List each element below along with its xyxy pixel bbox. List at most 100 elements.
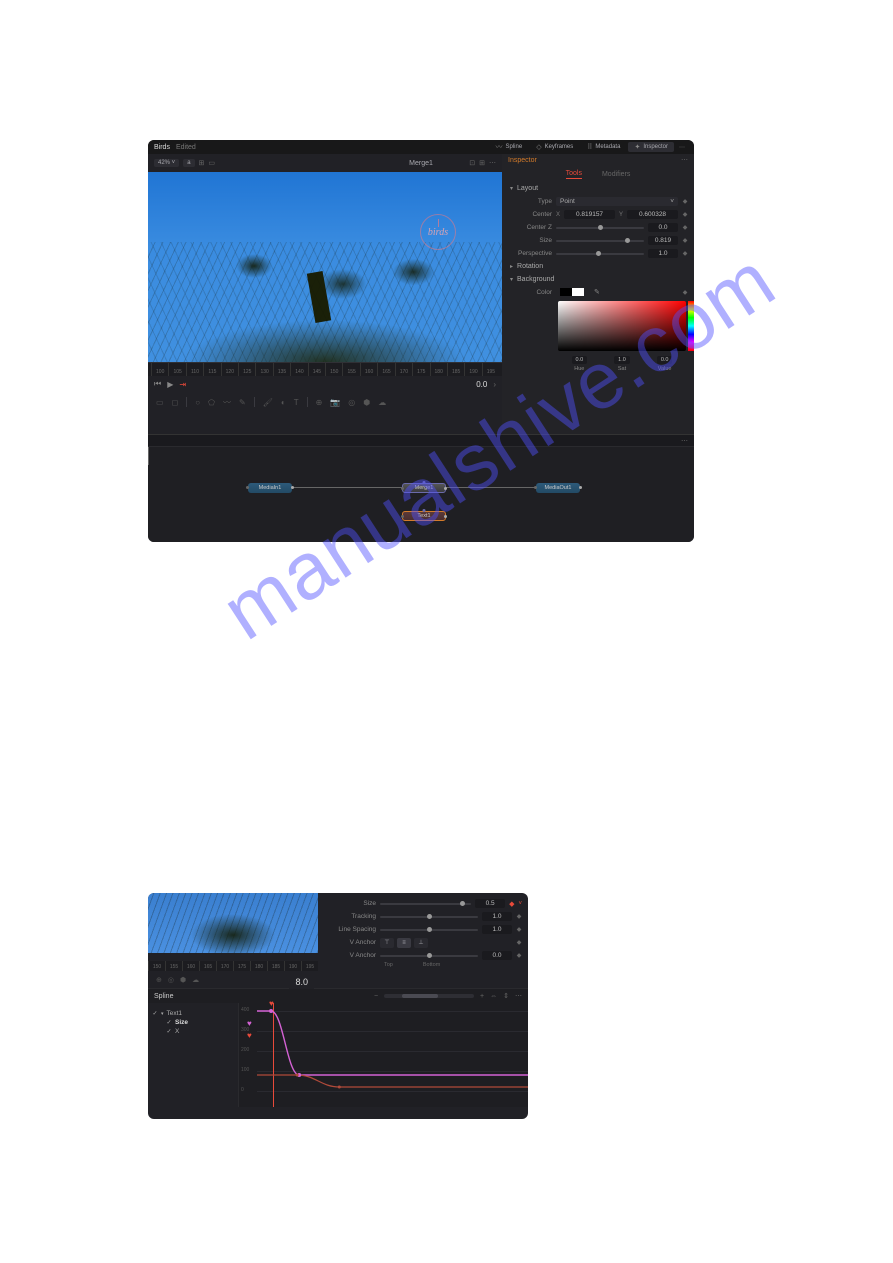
tab-tools[interactable]: Tools [566,170,582,179]
bottom-ruler[interactable]: 150 155 160 165 170 175 180 185 190 195 [148,961,318,971]
centerz-input[interactable]: 0.0 [648,223,678,232]
tool-bspline-icon[interactable]: 〰 [223,397,231,408]
keyframe-diamond-icon[interactable]: ◆ [516,926,522,933]
zoom-scrubber[interactable] [384,994,474,998]
tab-metadata[interactable]: ⠿Metadata [581,142,626,152]
zoom-dropdown[interactable]: 42% ˅ [154,159,179,167]
size-slider[interactable] [556,240,644,242]
keyframe-diamond-icon[interactable]: ◆ [516,913,522,920]
hanchor-slider[interactable] [380,955,478,957]
bottom-timecode[interactable]: 8.0 [289,975,314,989]
keyframe-diamond-icon[interactable]: ◆ [682,237,688,244]
preview-viewport[interactable]: birds [148,172,502,362]
keyframe-diamond-icon[interactable]: ◆ [516,939,522,946]
menu-dots-icon[interactable]: ⋯ [676,144,688,151]
tool-polygon-icon[interactable]: ⬠ [208,398,215,407]
nodegraph-dots-icon[interactable]: ⋯ [675,435,694,447]
skip-start-icon[interactable]: ⏮ [154,379,161,389]
spline-chart[interactable]: 400 300 200 100 0 ♥ ♥ ♥ [238,1003,528,1107]
node-mediain[interactable]: MediaIn1 [248,483,292,493]
section-layout[interactable]: ▾ Layout [502,182,694,195]
timecode-display[interactable]: 0.0 [476,380,487,389]
perspective-input[interactable]: 1.0 [648,249,678,258]
centerz-slider[interactable] [556,227,644,229]
hue-strip[interactable] [688,301,694,351]
color-swatches[interactable] [560,288,584,296]
play-icon[interactable]: ▶ [167,380,173,389]
keyframe-menu-icon[interactable]: ˅ [518,901,522,907]
viewer-opt-icon[interactable]: ⊞ [199,159,205,167]
tab-inspector[interactable]: ✦Inspector [628,142,674,152]
tool-mask-icon[interactable]: ◐ [281,398,286,407]
size-input[interactable]: 0.819 [648,236,678,245]
keyframe-active-icon[interactable]: ◆ [509,900,514,908]
tool-b-icon[interactable]: ◎ [168,976,174,984]
view-b-icon[interactable]: ⊞ [479,159,485,167]
timeline-ruler[interactable]: 100 105 110 115 120 125 130 135 140 145 … [148,362,502,376]
expand-icon[interactable]: ▾ [161,1011,164,1017]
hanchor-input[interactable]: 0.0 [482,951,512,960]
node-merge[interactable]: Merge1 [402,483,446,493]
inspector-dots-icon[interactable]: ⋯ [681,156,688,164]
text-size-input[interactable]: 0.5 [475,899,505,908]
zoom-in-icon[interactable]: + [480,993,484,1000]
tree-item-size[interactable]: ✓ Size [152,1018,234,1027]
tool-a-icon[interactable]: ⊕ [156,976,162,984]
tool-cloud-icon[interactable]: ☁ [192,976,199,984]
text-size-slider[interactable] [380,903,471,905]
spline-dots-icon[interactable]: ⋯ [515,992,522,1000]
tool-c-icon[interactable]: ⬢ [180,976,186,984]
anchor-mid-button[interactable]: ≡ [397,938,411,948]
tool-tracker-icon[interactable]: ⊕ [316,398,323,407]
checkbox-icon[interactable]: ✓ [152,1011,158,1017]
viewer-opt2-icon[interactable]: ▭ [208,159,215,167]
linespacing-input[interactable]: 1.0 [482,925,512,934]
keyframe-marker-icon[interactable]: ♥ [247,1019,252,1028]
perspective-slider[interactable] [556,253,644,255]
checkbox-icon[interactable]: ✓ [166,1029,172,1035]
tool-cloud-icon[interactable]: ☁ [378,398,386,407]
section-background[interactable]: ▾ Background [502,273,694,286]
keyframe-marker-icon[interactable]: ♥ [247,1031,252,1040]
keyframe-diamond-icon[interactable]: ◆ [516,952,522,959]
swatch-white[interactable] [572,288,584,296]
tree-item-x[interactable]: ✓ X [152,1027,234,1036]
linespacing-slider[interactable] [380,929,478,931]
tree-item-text1[interactable]: ✓ ▾ Text1 [152,1009,234,1018]
keyframe-diamond-icon[interactable]: ◆ [682,250,688,257]
center-x-input[interactable]: 0.819157 [564,210,615,219]
view-a-icon[interactable]: ⊡ [469,159,475,167]
section-rotation[interactable]: ▸ Rotation [502,260,694,273]
range-indicator-icon[interactable]: ⇥ [179,380,186,389]
tool-wand-icon[interactable]: ✎ [239,398,246,407]
type-dropdown[interactable]: Point˅ [556,197,678,206]
checkbox-icon[interactable]: ✓ [166,1020,172,1026]
keyframe-diamond-icon[interactable]: ◆ [682,211,688,218]
tool-pointer-icon[interactable]: ▭ [156,398,164,407]
tool-light-icon[interactable]: ◎ [348,398,355,407]
keyframe-diamond-icon[interactable]: ◆ [682,224,688,231]
view-dots-icon[interactable]: ⋯ [489,159,496,167]
tool-ellipse-icon[interactable]: ○ [195,398,200,407]
keyframe-diamond-icon[interactable]: ◆ [682,289,688,296]
fit-h-icon[interactable]: ⇔ [490,993,497,1000]
tool-rect-icon[interactable]: ◻ [172,398,179,407]
val-input[interactable]: 0.0 [657,356,673,364]
color-picker[interactable] [558,301,686,351]
node-graph[interactable]: ⋯ MediaIn1 Merge1 MediaOut1 Text1 [148,434,694,542]
tool-camera-icon[interactable]: 📷 [330,398,340,407]
center-y-input[interactable]: 0.600328 [627,210,678,219]
node-mediaout[interactable]: MediaOut1 [536,483,580,493]
swatch-black[interactable] [560,288,572,296]
tracking-slider[interactable] [380,916,478,918]
tool-text-icon[interactable]: T [294,398,299,407]
zoom-out-icon[interactable]: − [374,993,378,1000]
keyframe-diamond-icon[interactable]: ◆ [682,198,688,205]
tracking-input[interactable]: 1.0 [482,912,512,921]
chevron-right-icon[interactable]: › [493,380,496,389]
anchor-bot-button[interactable]: ⊥ [414,938,428,948]
tab-modifiers[interactable]: Modifiers [602,171,630,178]
eyedropper-icon[interactable]: ✎ [594,288,600,296]
tab-keyframes[interactable]: ◇Keyframes [530,142,579,152]
tab-spline[interactable]: 〰Spline [490,141,529,153]
